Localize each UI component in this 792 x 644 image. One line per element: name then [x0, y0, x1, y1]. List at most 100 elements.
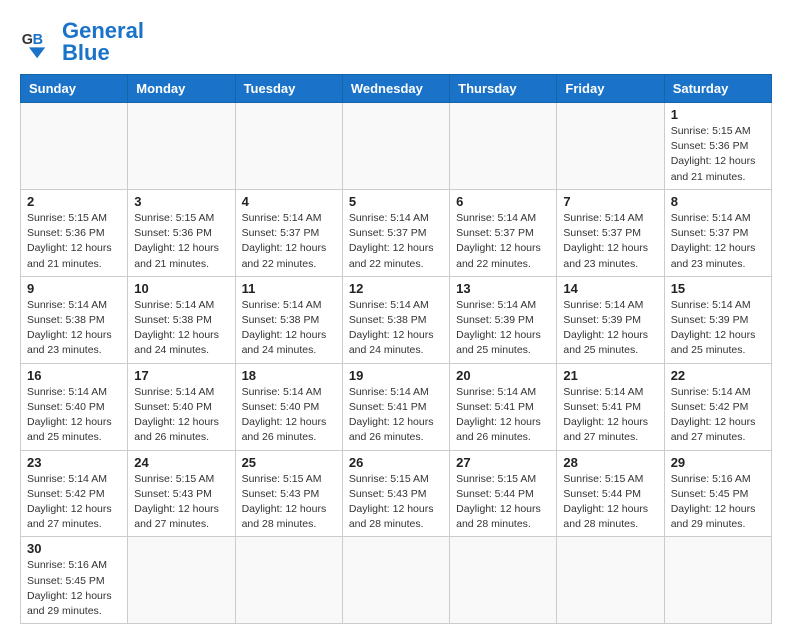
day-info: Sunrise: 5:14 AM Sunset: 5:38 PM Dayligh…: [134, 298, 228, 359]
calendar-week-row: 1 Sunrise: 5:15 AM Sunset: 5:36 PM Daylig…: [21, 103, 772, 190]
day-info: Sunrise: 5:16 AM Sunset: 5:45 PM Dayligh…: [27, 558, 121, 619]
svg-text:B: B: [33, 32, 43, 48]
calendar-cell: 2 Sunrise: 5:15 AM Sunset: 5:36 PM Daylig…: [21, 189, 128, 276]
day-info: Sunrise: 5:14 AM Sunset: 5:42 PM Dayligh…: [27, 472, 121, 533]
calendar-cell: 16 Sunrise: 5:14 AM Sunset: 5:40 PM Dayli…: [21, 363, 128, 450]
calendar-cell: 27 Sunrise: 5:15 AM Sunset: 5:44 PM Dayli…: [450, 450, 557, 537]
col-header-monday: Monday: [128, 75, 235, 103]
day-info: Sunrise: 5:14 AM Sunset: 5:38 PM Dayligh…: [349, 298, 443, 359]
day-info: Sunrise: 5:15 AM Sunset: 5:43 PM Dayligh…: [349, 472, 443, 533]
calendar-cell: [557, 537, 664, 624]
calendar-week-row: 2 Sunrise: 5:15 AM Sunset: 5:36 PM Daylig…: [21, 189, 772, 276]
calendar-cell: 24Sunrise: 5:15 AM Sunset: 5:43 PM Dayli…: [128, 450, 235, 537]
calendar-cell: 1 Sunrise: 5:15 AM Sunset: 5:36 PM Daylig…: [664, 103, 771, 190]
day-number: 1: [671, 107, 765, 122]
day-number: 23: [27, 455, 121, 470]
calendar-cell: [342, 103, 449, 190]
day-number: 27: [456, 455, 550, 470]
day-number: 17: [134, 368, 228, 383]
day-info: Sunrise: 5:14 AM Sunset: 5:41 PM Dayligh…: [349, 385, 443, 446]
logo-icon: G B: [20, 24, 56, 60]
calendar-cell: [450, 103, 557, 190]
day-info: Sunrise: 5:14 AM Sunset: 5:37 PM Dayligh…: [349, 211, 443, 272]
day-number: 25: [242, 455, 336, 470]
day-info: Sunrise: 5:15 AM Sunset: 5:36 PM Dayligh…: [671, 124, 765, 185]
col-header-wednesday: Wednesday: [342, 75, 449, 103]
col-header-sunday: Sunday: [21, 75, 128, 103]
calendar-cell: 4Sunrise: 5:14 AM Sunset: 5:37 PM Daylig…: [235, 189, 342, 276]
day-number: 26: [349, 455, 443, 470]
calendar-header-row: SundayMondayTuesdayWednesdayThursdayFrid…: [21, 75, 772, 103]
day-info: Sunrise: 5:14 AM Sunset: 5:38 PM Dayligh…: [27, 298, 121, 359]
day-number: 28: [563, 455, 657, 470]
day-info: Sunrise: 5:14 AM Sunset: 5:40 PM Dayligh…: [27, 385, 121, 446]
day-number: 15: [671, 281, 765, 296]
day-info: Sunrise: 5:14 AM Sunset: 5:37 PM Dayligh…: [563, 211, 657, 272]
day-number: 3: [134, 194, 228, 209]
day-info: Sunrise: 5:16 AM Sunset: 5:45 PM Dayligh…: [671, 472, 765, 533]
day-info: Sunrise: 5:14 AM Sunset: 5:40 PM Dayligh…: [242, 385, 336, 446]
calendar-cell: 20 Sunrise: 5:14 AM Sunset: 5:41 PM Dayli…: [450, 363, 557, 450]
calendar-cell: 8Sunrise: 5:14 AM Sunset: 5:37 PM Daylig…: [664, 189, 771, 276]
day-number: 22: [671, 368, 765, 383]
calendar-cell: 29 Sunrise: 5:16 AM Sunset: 5:45 PM Dayli…: [664, 450, 771, 537]
day-info: Sunrise: 5:15 AM Sunset: 5:44 PM Dayligh…: [563, 472, 657, 533]
day-info: Sunrise: 5:14 AM Sunset: 5:37 PM Dayligh…: [671, 211, 765, 272]
calendar-cell: [128, 537, 235, 624]
day-number: 10: [134, 281, 228, 296]
day-number: 21: [563, 368, 657, 383]
calendar-cell: 5 Sunrise: 5:14 AM Sunset: 5:37 PM Daylig…: [342, 189, 449, 276]
calendar-cell: 9Sunrise: 5:14 AM Sunset: 5:38 PM Daylig…: [21, 276, 128, 363]
col-header-thursday: Thursday: [450, 75, 557, 103]
calendar-cell: 14 Sunrise: 5:14 AM Sunset: 5:39 PM Dayli…: [557, 276, 664, 363]
calendar-cell: 12 Sunrise: 5:14 AM Sunset: 5:38 PM Dayli…: [342, 276, 449, 363]
day-number: 11: [242, 281, 336, 296]
col-header-tuesday: Tuesday: [235, 75, 342, 103]
calendar-cell: 18Sunrise: 5:14 AM Sunset: 5:40 PM Dayli…: [235, 363, 342, 450]
calendar-cell: 22Sunrise: 5:14 AM Sunset: 5:42 PM Dayli…: [664, 363, 771, 450]
logo-text: GeneralBlue: [62, 20, 144, 64]
calendar-cell: 30Sunrise: 5:16 AM Sunset: 5:45 PM Dayli…: [21, 537, 128, 624]
page-header: G B GeneralBlue: [20, 20, 772, 64]
day-number: 16: [27, 368, 121, 383]
calendar-cell: 19Sunrise: 5:14 AM Sunset: 5:41 PM Dayli…: [342, 363, 449, 450]
day-number: 13: [456, 281, 550, 296]
calendar-week-row: 16 Sunrise: 5:14 AM Sunset: 5:40 PM Dayli…: [21, 363, 772, 450]
calendar-cell: [342, 537, 449, 624]
day-info: Sunrise: 5:14 AM Sunset: 5:39 PM Dayligh…: [563, 298, 657, 359]
day-number: 6: [456, 194, 550, 209]
day-number: 5: [349, 194, 443, 209]
day-info: Sunrise: 5:15 AM Sunset: 5:36 PM Dayligh…: [27, 211, 121, 272]
day-number: 20: [456, 368, 550, 383]
logo: G B GeneralBlue: [20, 20, 144, 64]
day-number: 2: [27, 194, 121, 209]
day-info: Sunrise: 5:14 AM Sunset: 5:39 PM Dayligh…: [671, 298, 765, 359]
calendar-week-row: 23 Sunrise: 5:14 AM Sunset: 5:42 PM Dayli…: [21, 450, 772, 537]
calendar-cell: [21, 103, 128, 190]
day-number: 14: [563, 281, 657, 296]
calendar-cell: 25 Sunrise: 5:15 AM Sunset: 5:43 PM Dayli…: [235, 450, 342, 537]
day-info: Sunrise: 5:14 AM Sunset: 5:41 PM Dayligh…: [456, 385, 550, 446]
day-number: 29: [671, 455, 765, 470]
day-info: Sunrise: 5:14 AM Sunset: 5:39 PM Dayligh…: [456, 298, 550, 359]
day-info: Sunrise: 5:14 AM Sunset: 5:38 PM Dayligh…: [242, 298, 336, 359]
calendar-cell: 15 Sunrise: 5:14 AM Sunset: 5:39 PM Dayli…: [664, 276, 771, 363]
calendar-cell: 3 Sunrise: 5:15 AM Sunset: 5:36 PM Daylig…: [128, 189, 235, 276]
calendar-table: SundayMondayTuesdayWednesdayThursdayFrid…: [20, 74, 772, 624]
day-info: Sunrise: 5:14 AM Sunset: 5:37 PM Dayligh…: [456, 211, 550, 272]
svg-text:G: G: [22, 32, 33, 48]
calendar-cell: 7 Sunrise: 5:14 AM Sunset: 5:37 PM Daylig…: [557, 189, 664, 276]
day-info: Sunrise: 5:14 AM Sunset: 5:40 PM Dayligh…: [134, 385, 228, 446]
calendar-cell: 10 Sunrise: 5:14 AM Sunset: 5:38 PM Dayli…: [128, 276, 235, 363]
day-number: 7: [563, 194, 657, 209]
day-info: Sunrise: 5:15 AM Sunset: 5:43 PM Dayligh…: [242, 472, 336, 533]
calendar-cell: [557, 103, 664, 190]
calendar-cell: [235, 103, 342, 190]
calendar-cell: 28 Sunrise: 5:15 AM Sunset: 5:44 PM Dayli…: [557, 450, 664, 537]
day-info: Sunrise: 5:15 AM Sunset: 5:44 PM Dayligh…: [456, 472, 550, 533]
day-number: 24: [134, 455, 228, 470]
calendar-cell: 11 Sunrise: 5:14 AM Sunset: 5:38 PM Dayli…: [235, 276, 342, 363]
day-info: Sunrise: 5:15 AM Sunset: 5:36 PM Dayligh…: [134, 211, 228, 272]
calendar-cell: [450, 537, 557, 624]
day-number: 12: [349, 281, 443, 296]
